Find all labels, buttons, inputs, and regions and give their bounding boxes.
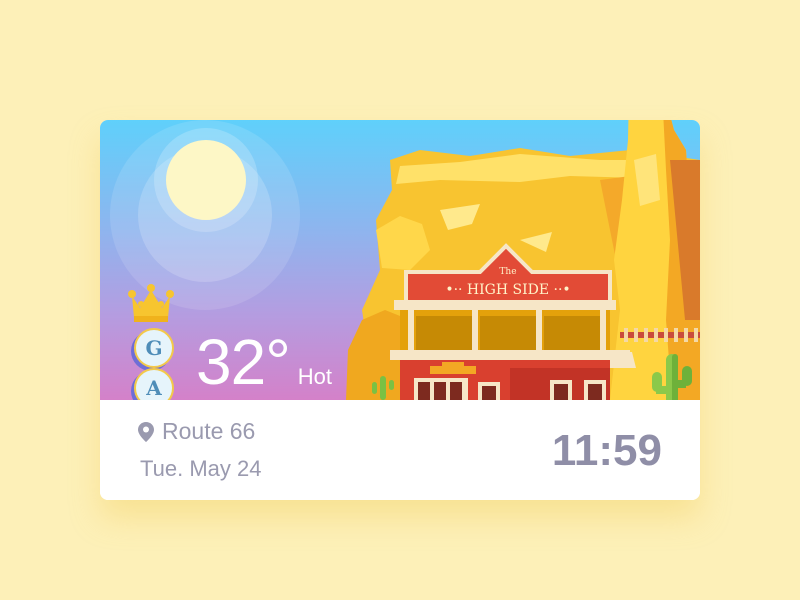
badge-a[interactable]: A [134,368,174,400]
date-text: Tue. May 24 [140,456,262,481]
crown-icon [128,284,174,322]
desert-illustration: The •·· HIGH SIDE ··• [346,120,700,400]
time-text: 11:59 [551,426,662,475]
weather-scene: 32° Hot The •·· HIGH SIDE ··• G A [100,120,700,400]
window-2 [480,316,538,352]
sign-top-text: The [499,267,516,277]
map-pin-icon [138,421,154,442]
sign-main-text: •·· HIGH SIDE ··• [445,282,570,298]
weather-card[interactable]: 32° Hot The •·· HIGH SIDE ··• G A Route … [100,120,700,500]
store-sign [430,366,476,374]
location[interactable]: Route 66 [138,418,255,445]
location-name: Route 66 [162,418,256,444]
window-1 [416,316,474,352]
window-3 [544,316,602,352]
badge-g[interactable]: G [134,328,174,368]
info-panel: Route 66 Tue. May 24 11:59 [100,400,700,500]
